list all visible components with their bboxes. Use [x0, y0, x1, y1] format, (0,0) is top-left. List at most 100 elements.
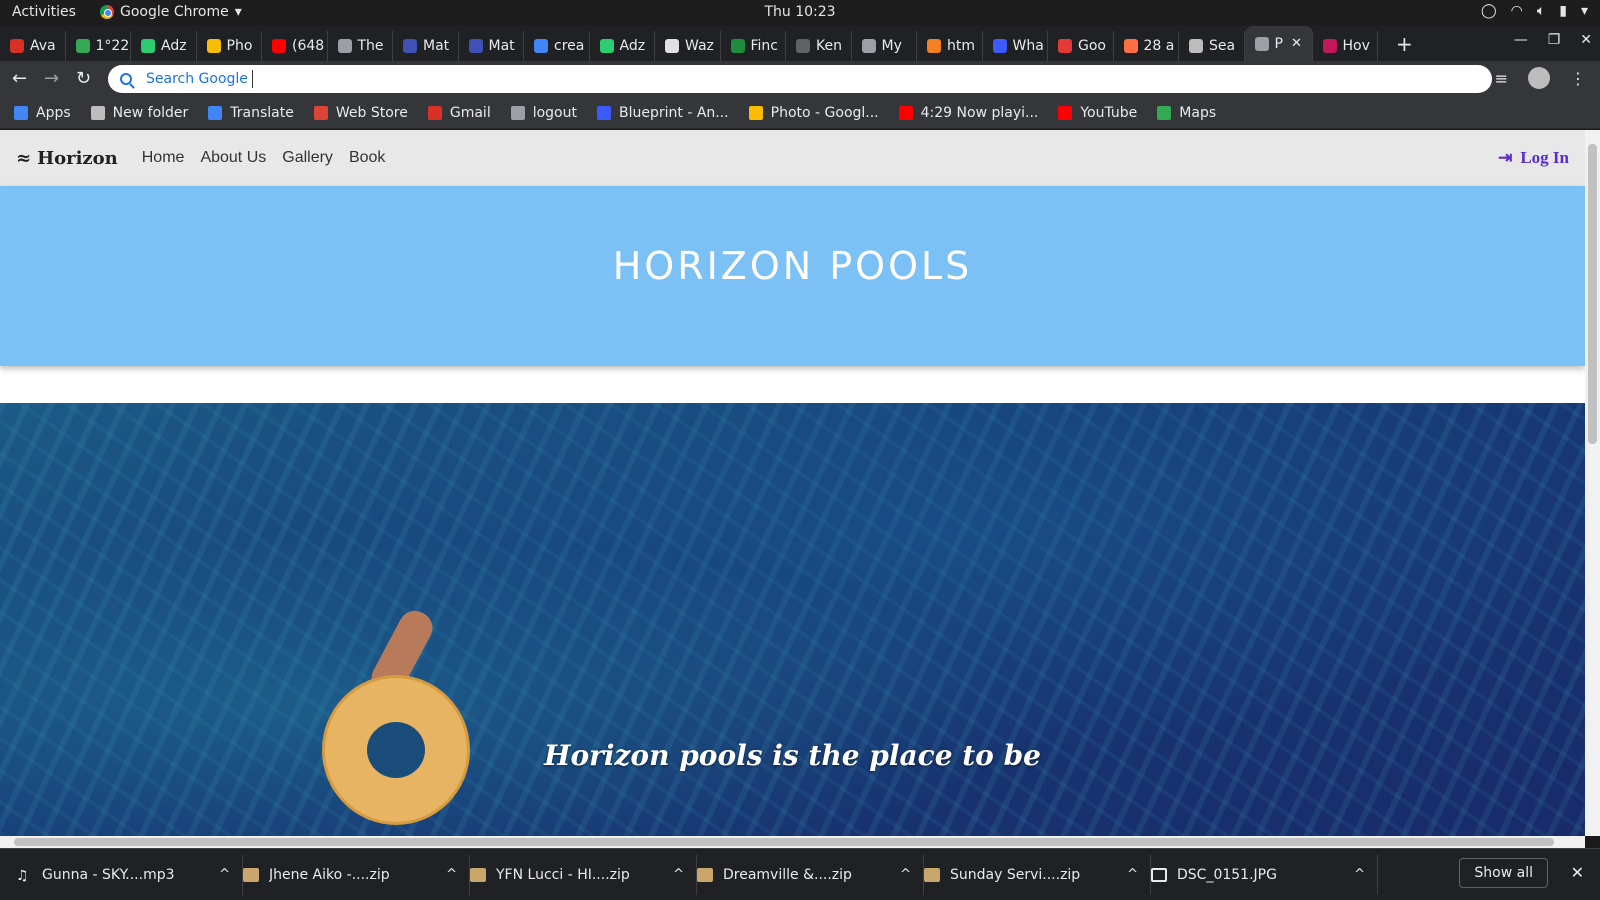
volume-icon[interactable]: 🔈︎ [1537, 3, 1545, 19]
browser-tab[interactable]: Waz [655, 31, 721, 61]
search-icon [120, 73, 132, 85]
browser-tab[interactable]: Sea [1179, 31, 1245, 61]
bookmark-favicon-icon [313, 105, 328, 120]
chevron-up-icon[interactable]: ^ [1127, 867, 1138, 882]
tab-label: My [881, 38, 902, 54]
site-brand[interactable]: ≈ Horizon [16, 148, 118, 169]
bookmark-label: YouTube [1080, 104, 1138, 121]
sign-in-icon: ⇥ [1498, 148, 1513, 167]
bookmark-item[interactable]: Apps [14, 105, 71, 121]
app-menu[interactable]: Google Chrome ▾ [100, 4, 242, 20]
hero-tagline: Horizon pools is the place to be [544, 739, 1041, 772]
download-item[interactable]: ♫ Gunna - SKY....mp3 ^ [16, 854, 243, 895]
download-item[interactable]: Jhene Aiko -....zip ^ [243, 854, 470, 895]
tab-favicon-icon [861, 39, 876, 53]
bookmark-item[interactable]: New folder [90, 104, 189, 121]
brand-name: Horizon [37, 147, 118, 169]
browser-tab[interactable]: Goo [1048, 31, 1114, 61]
download-item[interactable]: Sunday Servi....zip ^ [924, 854, 1151, 895]
browser-tab[interactable]: My [852, 31, 917, 61]
profile-avatar[interactable] [1528, 67, 1550, 89]
browser-tab[interactable]: (648 [262, 31, 328, 61]
media-control-icon[interactable]: ≡ [1495, 69, 1508, 88]
bookmark-item[interactable]: Translate [208, 105, 294, 121]
browser-tab[interactable]: Pho [197, 31, 262, 61]
browser-tab[interactable]: Adz [590, 31, 655, 61]
bookmark-item[interactable]: Photo - Googl... [748, 105, 879, 121]
chevron-up-icon[interactable]: ^ [446, 867, 457, 882]
nav-gallery[interactable]: Gallery [282, 149, 333, 167]
download-shelf: ♫ Gunna - SKY....mp3 ^ Jhene Aiko -....zip ^… [0, 848, 1600, 900]
chevron-up-icon[interactable]: ^ [673, 867, 684, 882]
tab-label: Finc [750, 38, 779, 54]
bookmark-item[interactable]: logout [510, 105, 577, 121]
browser-tab[interactable]: Ava [0, 31, 66, 61]
minimize-icon[interactable]: — [1514, 32, 1528, 48]
tab-strip: Ava 1°22 Adz Pho (648 The Mat Mat crea Adz Waz Finc… [0, 26, 1600, 61]
scrollbar-thumb[interactable] [1588, 144, 1597, 444]
close-icon[interactable]: ✕ [1571, 863, 1584, 882]
bookmark-item[interactable]: Web Store [313, 105, 408, 121]
close-icon[interactable]: ✕ [1580, 32, 1592, 48]
bookmark-label: New folder [112, 104, 189, 121]
battery-icon[interactable]: ▮ [1559, 3, 1567, 19]
maximize-icon[interactable]: ❐ [1548, 32, 1561, 48]
browser-tab[interactable]: The [328, 31, 393, 61]
chevron-up-icon[interactable]: ^ [219, 867, 230, 882]
chevron-down-icon: ▾ [234, 4, 242, 20]
bookmark-label: Apps [36, 104, 71, 121]
whatsapp-icon[interactable]: ◯ [1481, 3, 1497, 19]
scrollbar-thumb[interactable] [14, 838, 1554, 846]
browser-tab[interactable]: 28 a [1114, 31, 1179, 61]
nav-home[interactable]: Home [142, 149, 185, 167]
clock[interactable]: Thu 10:23 [764, 4, 835, 20]
reload-icon[interactable]: ↻ [76, 68, 91, 89]
browser-tab[interactable]: Finc [721, 31, 786, 61]
browser-tab[interactable]: htm [917, 31, 983, 61]
vertical-scrollbar[interactable] [1585, 130, 1600, 836]
wifi-icon[interactable]: ◠ [1511, 3, 1523, 19]
download-item[interactable]: Dreamville &....zip ^ [697, 854, 924, 895]
image-file-icon [1151, 867, 1167, 882]
tab-favicon-icon [206, 39, 221, 53]
browser-tab[interactable]: crea [524, 31, 590, 61]
hero-banner: HORIZON POOLS [0, 186, 1585, 366]
bookmark-item[interactable]: Gmail [427, 105, 491, 121]
nav-book[interactable]: Book [349, 149, 385, 167]
browser-tab[interactable]: Hov [1313, 31, 1378, 61]
chevron-up-icon[interactable]: ^ [900, 867, 911, 882]
bookmark-item[interactable]: Blueprint - An... [597, 105, 729, 121]
horizontal-scrollbar[interactable] [0, 836, 1585, 848]
browser-tab[interactable]: P ✕ [1244, 26, 1313, 61]
forward-icon[interactable]: → [44, 68, 59, 89]
chevron-up-icon[interactable]: ^ [1354, 867, 1365, 882]
omnibox-text[interactable]: Search Google [146, 71, 248, 87]
bookmark-favicon-icon [90, 105, 105, 120]
bookmarks-bar: Apps New folder Translate Web Store Gmail log… [0, 97, 1600, 129]
login-button[interactable]: ⇥ Log In [1498, 148, 1569, 168]
bookmark-item[interactable]: 4:29 Now playi... [898, 105, 1038, 121]
browser-tab[interactable]: Wha [983, 31, 1048, 61]
browser-tab[interactable]: Mat [393, 31, 459, 61]
bookmark-item[interactable]: Maps [1157, 105, 1216, 121]
download-item[interactable]: YFN Lucci - HI....zip ^ [470, 854, 697, 895]
new-tab-button[interactable]: + [1396, 32, 1413, 56]
bookmark-item[interactable]: YouTube [1058, 105, 1137, 121]
close-tab-icon[interactable]: ✕ [1291, 36, 1302, 51]
menu-icon[interactable]: ⋮ [1570, 69, 1586, 88]
browser-tab[interactable]: Ken [786, 31, 852, 61]
download-item[interactable]: DSC_0151.JPG ^ [1151, 854, 1378, 895]
chevron-down-icon[interactable]: ▾ [1581, 3, 1588, 19]
nav-about-us[interactable]: About Us [200, 149, 266, 167]
activities-button[interactable]: Activities [12, 4, 76, 20]
tab-favicon-icon [796, 39, 810, 53]
browser-tab[interactable]: Adz [131, 31, 197, 61]
show-all-button[interactable]: Show all [1459, 858, 1548, 888]
tab-label: Adz [161, 38, 187, 54]
tab-label: crea [554, 38, 585, 54]
browser-tab[interactable]: 1°22 [66, 31, 131, 61]
system-tray[interactable]: ◯ ◠ 🔈︎ ▮ ▾ [1481, 3, 1588, 19]
browser-tab[interactable]: Mat [459, 31, 524, 61]
back-icon[interactable]: ← [12, 68, 27, 89]
omnibox[interactable]: Search Google [108, 65, 1492, 93]
